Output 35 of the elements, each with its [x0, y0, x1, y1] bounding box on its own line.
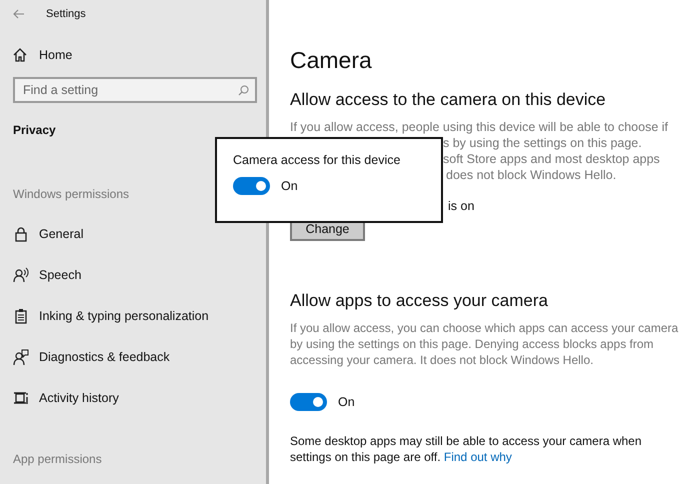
group-heading: Windows permissions	[13, 187, 130, 201]
sidebar-item[interactable]: General	[13, 213, 84, 254]
popup-title: Camera access for this device	[233, 153, 400, 167]
toggle-state: On	[338, 395, 355, 409]
back-icon[interactable]	[13, 9, 25, 19]
sidebar-item[interactable]: Inking & typing personalization	[13, 295, 209, 336]
speech-icon	[13, 266, 29, 282]
status-text: is on	[448, 199, 474, 213]
group-heading: App permissions	[13, 452, 102, 466]
sidebar-item[interactable]: Speech	[13, 254, 82, 295]
activity-icon	[13, 390, 29, 406]
section-label: Privacy	[13, 123, 56, 137]
description-text: If you allow access, you can choose which apps can access your camera by using the settings on this page. Denying access blocks apps from accessing your camera. It does not block Windows Hello.	[290, 320, 680, 368]
page-title: Camera	[290, 47, 372, 74]
description-text: soft Store apps and most desktop apps	[443, 151, 660, 167]
section-heading: Allow access to the camera on this device	[290, 90, 606, 110]
note-text: Some desktop apps may still be able to access your camera when settings on this page are off. Find out why	[290, 433, 643, 465]
home-icon	[13, 48, 27, 62]
lock-icon	[13, 226, 29, 242]
home-link[interactable]: Home	[13, 48, 72, 62]
clipboard-icon	[13, 308, 29, 324]
search-icon	[238, 85, 249, 96]
description-text: If you allow access, people using this device will be able to choose if	[290, 119, 668, 135]
window-title: Settings	[46, 8, 86, 20]
toggle-switch[interactable]	[290, 393, 327, 411]
sidebar-item[interactable]: Diagnostics & feedback	[13, 336, 170, 377]
description-text: s by using the settings on this page.	[443, 135, 642, 151]
find-out-why-link[interactable]: Find out why	[444, 450, 512, 464]
toggle-switch[interactable]	[233, 177, 270, 195]
search-field[interactable]: Find a setting	[13, 77, 257, 103]
section-heading: Allow apps to access your camera	[290, 291, 548, 311]
sidebar-item[interactable]: Activity history	[13, 377, 119, 418]
description-text: does not block Windows Hello.	[446, 167, 616, 183]
toggle-state: On	[281, 179, 298, 193]
feedback-icon	[13, 348, 29, 364]
